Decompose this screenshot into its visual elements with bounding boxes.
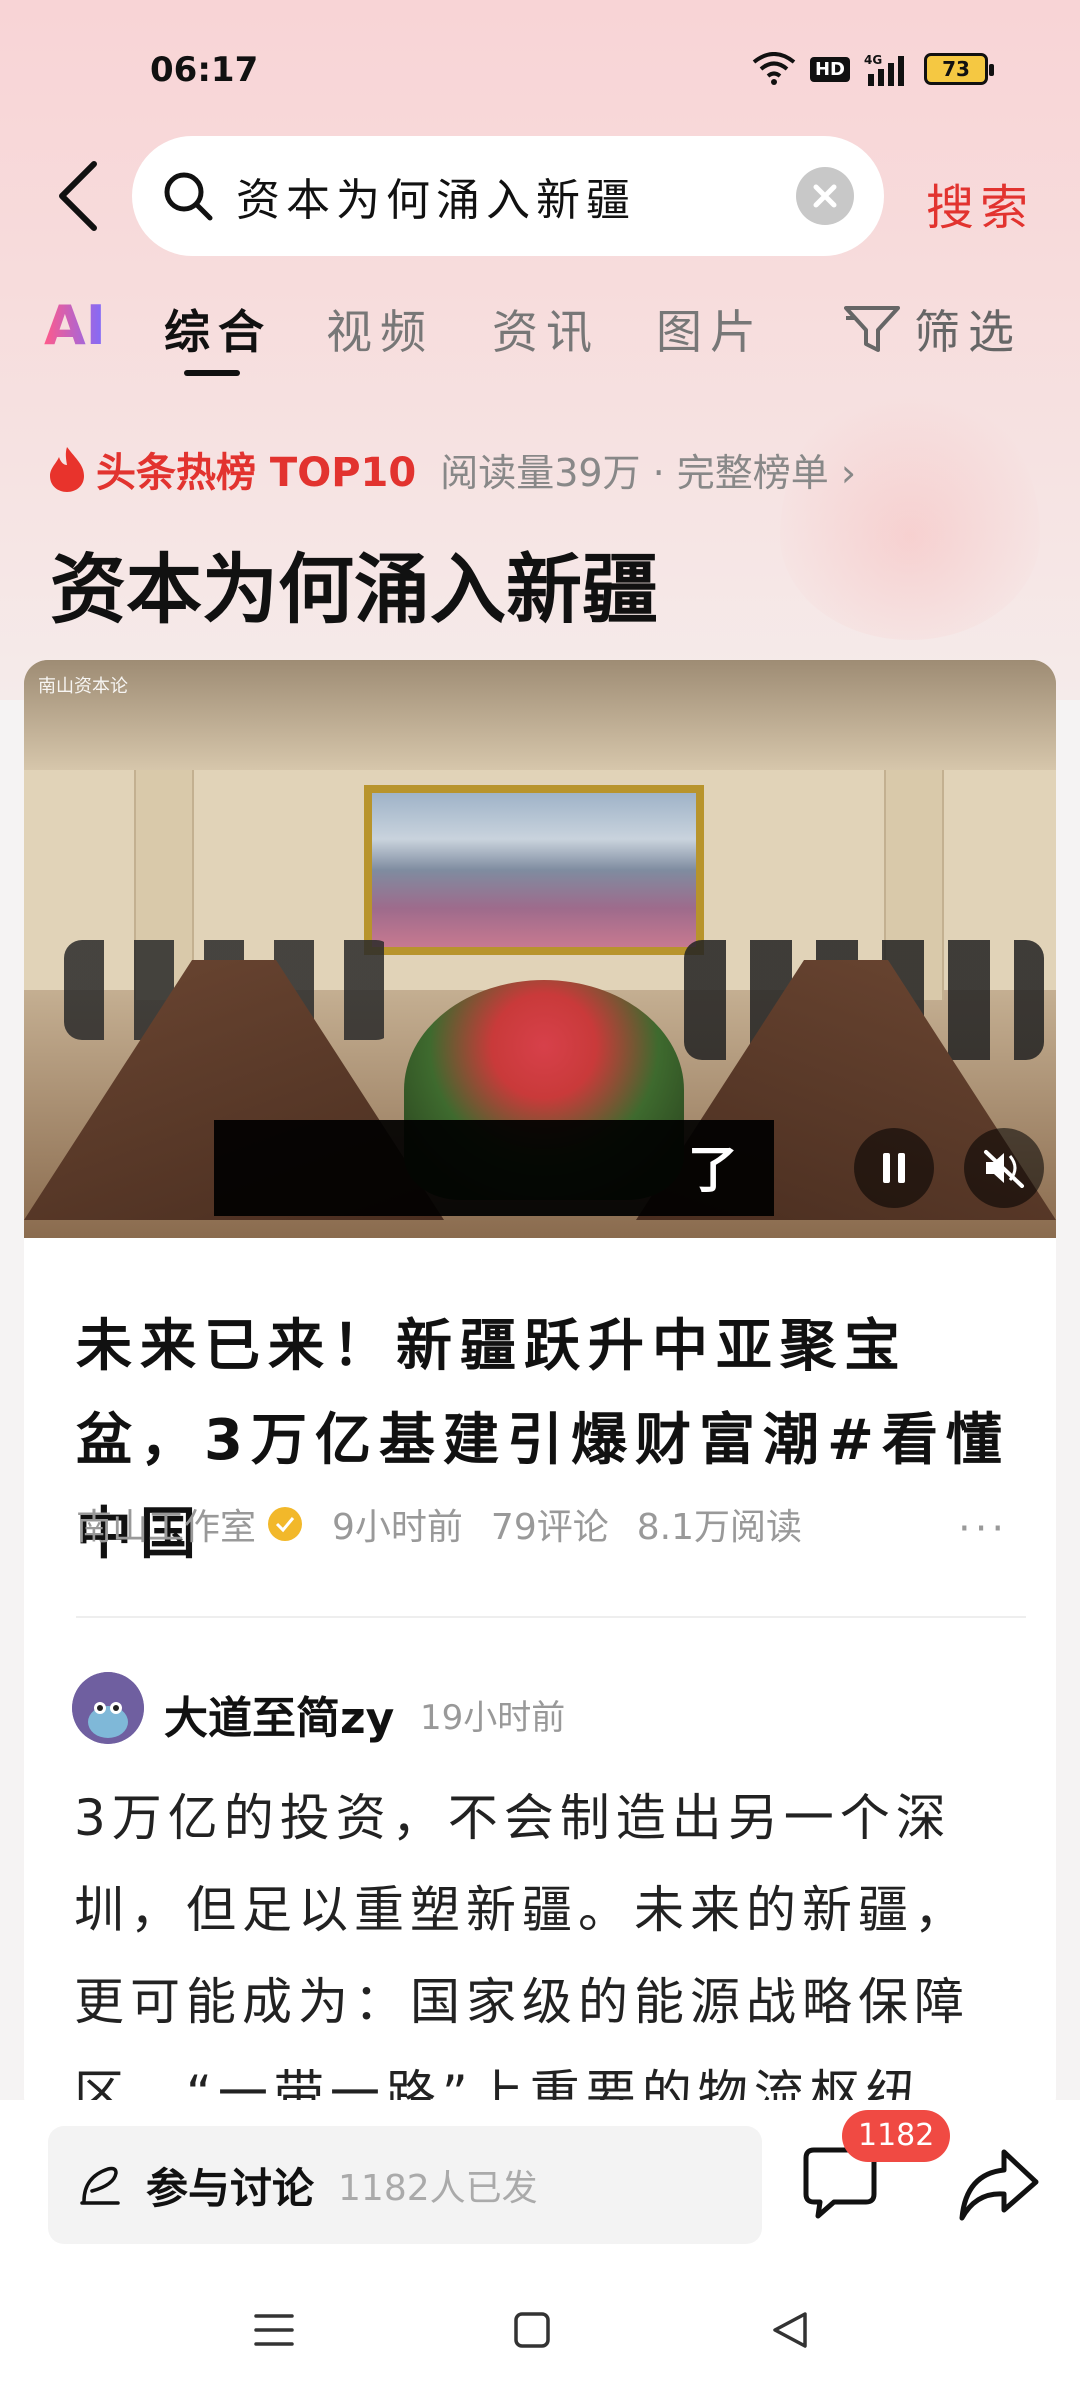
share-icon[interactable] <box>956 2144 1040 2224</box>
article-meta: 南山工作室 9小时前 79评论 8.1万阅读 <box>76 1498 830 1550</box>
result-card[interactable]: 南山资本论 了 未来已来！新疆跃升中亚聚宝盆，3万亿基建引爆财富潮#看懂中国 南… <box>24 660 1056 2120</box>
comment-body[interactable]: 3万亿的投资，不会制造出另一个深圳，但足以重塑新疆。未来的新疆，更可能成为：国家… <box>74 1772 1024 2120</box>
video-scene-painting <box>364 785 704 955</box>
hot-list-meta: 阅读量39万 · 完整榜单 › <box>440 450 857 495</box>
video-watermark: 南山资本论 <box>38 676 128 697</box>
active-tab-indicator <box>184 370 240 376</box>
signal-icon: 4G <box>864 53 904 86</box>
tab-news[interactable]: 资讯 <box>492 296 600 362</box>
video-player[interactable]: 南山资本论 了 <box>24 660 1056 1238</box>
video-scene-ceiling <box>24 660 1056 770</box>
search-input[interactable]: 资本为何涌入新疆 <box>132 136 884 256</box>
flame-icon <box>50 447 84 492</box>
status-icons: HD 4G 73 <box>752 52 994 86</box>
bottom-bar: 参与讨论 1182人已发 1182 <box>0 2100 1080 2400</box>
search-icon <box>164 172 213 221</box>
wifi-icon <box>752 52 796 85</box>
home-icon <box>514 2312 550 2348</box>
svg-text:4G: 4G <box>864 53 882 67</box>
comment-username[interactable]: 大道至简zy <box>164 1682 394 1746</box>
verified-icon <box>268 1507 303 1541</box>
back-button[interactable] <box>48 160 108 232</box>
clear-icon <box>813 184 837 208</box>
tab-bar: AI 综合 视频 资讯 图片 筛选 <box>44 290 1044 380</box>
status-time: 06:17 <box>150 50 259 90</box>
system-nav-bar <box>0 2260 1080 2400</box>
battery-indicator: 73 <box>924 53 994 85</box>
divider <box>76 1616 1026 1618</box>
page-title: 资本为何涌入新疆 <box>50 545 658 634</box>
video-caption: 了 <box>688 1141 738 1199</box>
filter-button[interactable]: 筛选 <box>844 296 1022 362</box>
comment-time: 19小时前 <box>420 1698 566 1738</box>
back-nav-button[interactable] <box>760 2300 820 2360</box>
menu-button[interactable] <box>244 2300 304 2360</box>
hd-badge: HD <box>809 56 850 82</box>
tab-images[interactable]: 图片 <box>656 296 764 362</box>
discussion-label: 参与讨论 <box>146 2163 315 2213</box>
back-arrow-icon <box>59 161 97 231</box>
tab-comprehensive[interactable]: 综合 <box>164 296 272 362</box>
mute-button[interactable] <box>964 1128 1044 1208</box>
ai-tab[interactable]: AI <box>44 294 106 357</box>
article-comments: 79评论 <box>490 1507 609 1548</box>
menu-icon <box>254 2314 294 2346</box>
filter-label: 筛选 <box>914 305 1022 359</box>
hot-list-link[interactable]: 头条热榜 TOP10 阅读量39万 · 完整榜单 › <box>46 440 856 498</box>
article-reads: 8.1万阅读 <box>636 1507 802 1548</box>
filter-icon <box>844 306 900 352</box>
pen-icon <box>80 2166 120 2205</box>
clear-search-button[interactable] <box>796 167 854 225</box>
search-query: 资本为何涌入新疆 <box>236 175 636 226</box>
back-nav-icon <box>773 2312 807 2348</box>
more-options-button[interactable]: ··· <box>958 1506 1008 1552</box>
comment-count-badge: 1182 <box>842 2110 951 2162</box>
mute-icon <box>984 1150 1024 1188</box>
home-button[interactable] <box>502 2300 562 2360</box>
hot-list-title: 头条热榜 TOP10 <box>96 450 417 496</box>
discussion-count: 1182人已发 <box>338 2168 538 2209</box>
discussion-input[interactable]: 参与讨论 1182人已发 <box>48 2126 762 2244</box>
article-time: 9小时前 <box>332 1507 463 1548</box>
avatar[interactable] <box>72 1672 144 1744</box>
pause-button[interactable] <box>854 1128 934 1208</box>
article-author[interactable]: 南山工作室 <box>76 1498 256 1550</box>
pause-icon <box>883 1153 905 1183</box>
status-bar: 06:17 HD 4G 73 <box>0 0 1080 140</box>
search-button[interactable]: 搜索 <box>926 168 1034 238</box>
tab-video[interactable]: 视频 <box>326 296 434 362</box>
